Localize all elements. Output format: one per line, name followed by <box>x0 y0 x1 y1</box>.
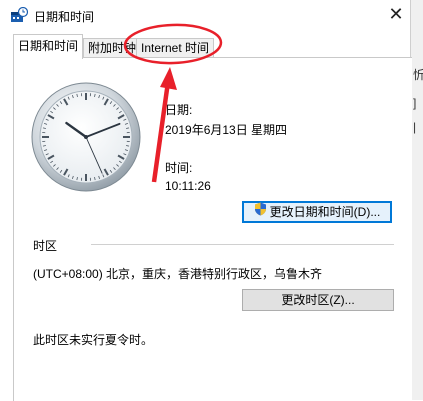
change-date-time-label: 更改日期和时间(D)... <box>270 205 381 219</box>
dst-note: 此时区未实行夏令时。 <box>33 331 153 348</box>
background-text: ] <box>413 96 416 110</box>
analog-clock <box>30 81 142 193</box>
time-value: 10:11:26 <box>165 179 211 193</box>
timezone-divider <box>91 244 394 245</box>
title-bar: 日期和时间 ✕ <box>0 0 410 30</box>
time-label: 时间: <box>165 159 192 176</box>
uac-shield-icon <box>254 202 267 222</box>
timezone-section-label: 时区 <box>33 237 57 254</box>
tab-additional-clocks[interactable]: 附加时钟 <box>83 38 141 58</box>
tab-date-time[interactable]: 日期和时间 <box>13 34 83 59</box>
background-text: | <box>413 120 416 134</box>
window-title: 日期和时间 <box>34 8 94 25</box>
close-button[interactable]: ✕ <box>382 0 410 30</box>
change-date-time-button[interactable]: 更改日期和时间(D)... <box>242 201 392 223</box>
change-timezone-button[interactable]: 更改时区(Z)... <box>242 289 394 311</box>
date-time-dialog: 日期和时间 ✕ 日期和时间 附加时钟 Internet 时间 <box>0 0 410 400</box>
background-text: 忻 <box>413 66 423 83</box>
tab-panel: 日期: 2019年6月13日 星期四 时间: 10:11:26 更改日期和时间(… <box>13 57 412 401</box>
timezone-value: (UTC+08:00) 北京，重庆，香港特别行政区，乌鲁木齐 <box>33 265 322 282</box>
date-value: 2019年6月13日 星期四 <box>165 121 287 138</box>
tab-internet-time[interactable]: Internet 时间 <box>136 38 214 58</box>
date-time-app-icon <box>10 7 28 23</box>
date-label: 日期: <box>165 101 192 118</box>
